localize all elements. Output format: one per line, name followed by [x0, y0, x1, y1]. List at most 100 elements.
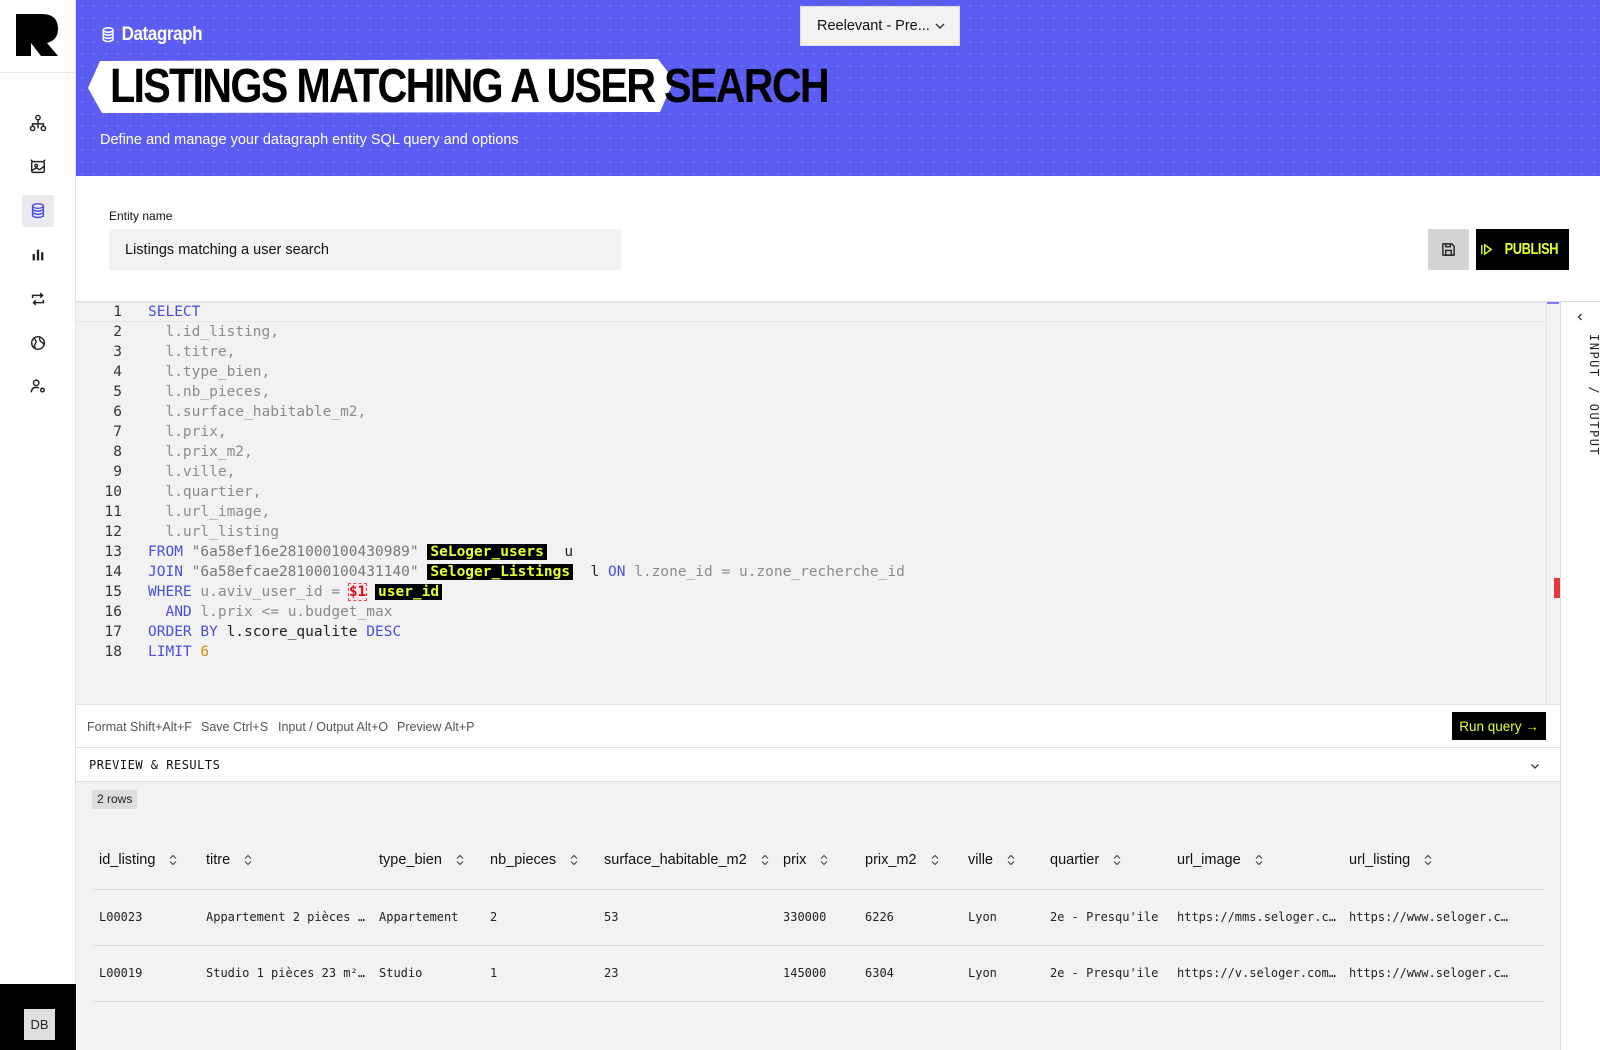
sidebar-item-users[interactable]: [22, 370, 54, 402]
chevron-left-icon: [1577, 313, 1582, 321]
brand-name: Datagraph: [121, 24, 203, 45]
publish-button[interactable]: PUBLISH: [1476, 229, 1569, 270]
code-line: 18 LIMIT 6: [76, 642, 1516, 662]
line-number: 13: [104, 544, 122, 560]
format-shortcut[interactable]: Format Shift+Alt+F: [87, 720, 192, 734]
input-output-panel-toggle[interactable]: INPUT / OUTPUT: [1560, 302, 1600, 1050]
column-header-label: surface_habitable_m2: [604, 852, 747, 868]
sql-column: l.score_qualite: [226, 624, 358, 640]
entity-tag[interactable]: Seloger_Listings: [427, 564, 574, 580]
sidebar-item-assets[interactable]: [22, 151, 54, 183]
line-number: 3: [113, 344, 122, 360]
sidebar-item-analytics[interactable]: [22, 239, 54, 271]
table-row[interactable]: L00019 Studio 1 pièces 23 m² Lyon Studio…: [93, 946, 1544, 1002]
sidebar-divider: [0, 72, 76, 73]
brand: Datagraph: [100, 24, 203, 46]
image-gallery-icon: [30, 159, 46, 174]
sql-editor[interactable]: 1 SELECT 2 l.id_listing, 3 l.titre, 4 l.t…: [76, 302, 1560, 704]
parameter-tag[interactable]: user_id: [375, 584, 443, 600]
sql-keyword: AND: [165, 604, 192, 620]
column-header[interactable]: nb_pieces: [490, 852, 578, 868]
sql-table-id: "6a58efcae281000100431140": [191, 564, 419, 580]
column-header-label: url_listing: [1349, 852, 1411, 868]
line-number: 14: [104, 564, 122, 580]
sort-icon: [1255, 854, 1263, 866]
line-number: 1: [113, 304, 122, 320]
avatar[interactable]: DB: [24, 1009, 55, 1040]
line-number: 10: [104, 484, 122, 500]
table-cell: Lyon: [968, 910, 997, 924]
user-menu[interactable]: DB: [0, 984, 76, 1050]
sql-column: l.prix,: [165, 424, 227, 440]
sql-parameter[interactable]: $1: [347, 583, 368, 601]
code-line: 2 l.id_listing,: [76, 322, 1516, 342]
preview-results-header[interactable]: PREVIEW & RESULTS: [76, 748, 1560, 782]
column-header[interactable]: type_bien: [379, 852, 464, 868]
save-shortcut[interactable]: Save Ctrl+S: [201, 720, 268, 734]
line-number: 2: [113, 324, 122, 340]
entity-name-input[interactable]: [109, 229, 621, 270]
column-header[interactable]: titre: [206, 852, 252, 868]
table-cell: Appartement: [379, 910, 459, 924]
run-query-button[interactable]: Run query →: [1452, 712, 1546, 740]
table-cell: https://v.seloger.com/s: [1177, 966, 1341, 980]
sql-column: l.nb_pieces,: [165, 384, 271, 400]
sql-alias: u: [564, 544, 574, 560]
table-cell: 53: [604, 910, 619, 924]
line-number: 5: [113, 384, 122, 400]
column-header[interactable]: prix: [783, 852, 828, 868]
column-header[interactable]: surface_habitable_m2: [604, 852, 769, 868]
sidebar-item-graph[interactable]: [22, 107, 54, 139]
editor-scroll-thumb[interactable]: [1547, 302, 1559, 304]
code-line: 5 l.nb_pieces,: [76, 382, 1516, 402]
table-cell: 2: [490, 910, 498, 924]
column-header[interactable]: url_listing: [1349, 852, 1432, 868]
entity-tag[interactable]: SeLoger_users: [427, 544, 547, 560]
column-header-label: type_bien: [379, 852, 442, 868]
editor-scrollbar[interactable]: [1546, 302, 1560, 704]
sort-icon: [820, 854, 828, 866]
column-header[interactable]: prix_m2: [865, 852, 939, 868]
column-header[interactable]: quartier: [1050, 852, 1121, 868]
code-line: 12 l.url_listing: [76, 522, 1516, 542]
code-line: 3 l.titre,: [76, 342, 1516, 362]
sidebar-item-sync[interactable]: [22, 283, 54, 315]
sql-column: l.type_bien,: [165, 364, 271, 380]
preview-shortcut[interactable]: Preview Alt+P: [397, 720, 474, 734]
preview-results-title: PREVIEW & RESULTS: [89, 758, 221, 772]
table-cell: 330000: [783, 910, 827, 924]
database-icon: [102, 27, 114, 43]
sync-arrows-icon: [31, 292, 45, 306]
sql-column: l.url_image,: [165, 504, 271, 520]
database-icon: [31, 203, 45, 219]
table-cell: 6304: [865, 966, 894, 980]
column-header-label: nb_pieces: [490, 852, 557, 868]
input-output-shortcut[interactable]: Input / Output Alt+O: [278, 720, 388, 734]
page-header: Datagraph LISTINGS MATCHING A USER SEARC…: [76, 0, 1600, 176]
sql-alias: l: [590, 564, 600, 580]
sidebar-item-datagraph[interactable]: [22, 195, 54, 227]
line-number: 7: [113, 424, 122, 440]
column-header-label: id_listing: [99, 852, 156, 868]
table-cell: https://www.seloger.com: [1349, 910, 1513, 924]
line-number: 9: [113, 464, 122, 480]
workspace-select[interactable]: Reelevant - Pre...: [800, 6, 960, 46]
sql-column: l.url_listing: [165, 524, 279, 540]
code-line: 6 l.surface_habitable_m2,: [76, 402, 1516, 422]
page-subtitle: Define and manage your datagraph entity …: [100, 132, 519, 148]
reelevant-logo[interactable]: [14, 12, 60, 58]
table-cell: Studio: [379, 966, 423, 980]
line-number: 18: [104, 644, 122, 660]
column-header[interactable]: id_listing: [99, 852, 177, 868]
sql-number: 6: [200, 644, 210, 660]
play-icon: [1481, 243, 1493, 256]
sidebar-item-globe[interactable]: [22, 327, 54, 359]
table-row[interactable]: L00023 Appartement 2 pièces 53 m² Appart…: [93, 890, 1544, 946]
table-cell: Lyon: [968, 966, 997, 980]
sql-keyword: FROM: [148, 544, 183, 560]
sql-column: l.surface_habitable_m2,: [165, 404, 367, 420]
column-header[interactable]: ville: [968, 852, 1015, 868]
save-button[interactable]: [1428, 229, 1469, 270]
column-header[interactable]: url_image: [1177, 852, 1263, 868]
column-header-label: prix_m2: [865, 852, 917, 868]
